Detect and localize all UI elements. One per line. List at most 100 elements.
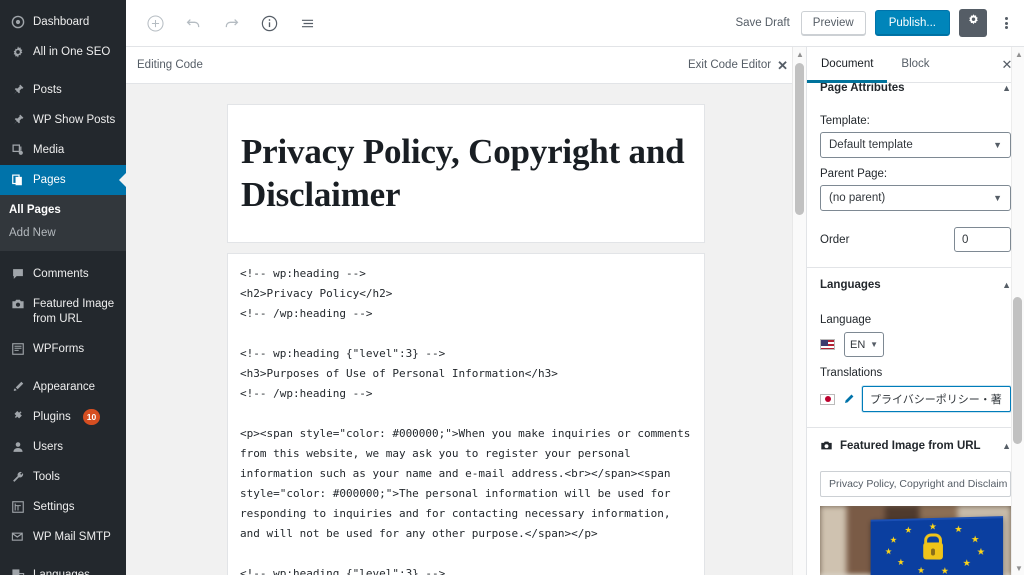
sidebar-item-label: Users [33, 441, 64, 453]
menu-separator [0, 251, 126, 259]
sidebar-item-plugins[interactable]: Plugins 10 [0, 402, 126, 432]
chevron-down-icon: ▼ [993, 192, 1002, 203]
publish-button[interactable]: Publish... [874, 10, 950, 36]
submenu-item-label: Add New [9, 227, 56, 239]
panel-languages: Languages ▲ Language EN ▼ Translations プ… [807, 268, 1024, 428]
panel-title: Page Attributes [820, 83, 905, 94]
scroll-down-arrow[interactable]: ▼ [1012, 561, 1024, 575]
submenu-item-label: All Pages [9, 204, 61, 216]
menu-separator [0, 364, 126, 372]
editor-toolbar: Save Draft Preview Publish... [126, 0, 1024, 47]
sidebar-item-settings[interactable]: Settings [0, 492, 126, 522]
pin-icon [9, 112, 26, 128]
scroll-up-arrow[interactable]: ▲ [793, 47, 806, 61]
dashboard-icon [9, 14, 26, 30]
save-draft-button[interactable]: Save Draft [733, 13, 791, 33]
order-input[interactable]: 0 [954, 227, 1011, 252]
order-row: Order 0 [820, 227, 1011, 252]
redo-button[interactable] [214, 6, 248, 40]
sidebar-item-wp-show-posts[interactable]: WP Show Posts [0, 105, 126, 135]
sidebar-item-users[interactable]: Users [0, 432, 126, 462]
sidebar-item-label: Comments [33, 268, 89, 280]
sidebar-item-label: Settings [33, 501, 75, 513]
media-icon [9, 142, 26, 158]
template-select[interactable]: Default template ▼ [820, 132, 1011, 158]
sidebar-item-wp-mail-smtp[interactable]: WP Mail SMTP [0, 522, 126, 552]
sidebar-scrollbar-thumb[interactable] [1013, 297, 1022, 444]
submenu-item-all-pages[interactable]: All Pages [0, 199, 126, 222]
undo-button[interactable] [176, 6, 210, 40]
tab-block[interactable]: Block [887, 47, 943, 83]
panel-featured-image-body: Privacy Policy, Copyright and Disclaim ★… [807, 463, 1024, 575]
parent-page-select[interactable]: (no parent) ▼ [820, 185, 1011, 211]
sidebar-item-appearance[interactable]: Appearance [0, 372, 126, 402]
featured-image-url-input[interactable]: Privacy Policy, Copyright and Disclaim [820, 471, 1011, 497]
plugins-update-badge: 10 [82, 409, 101, 425]
scroll-up-arrow[interactable]: ▲ [1012, 47, 1024, 61]
admin-sidebar: Dashboard All in One SEO Posts WP Show P… [0, 0, 126, 575]
parent-page-label: Parent Page: [820, 168, 888, 180]
tab-document[interactable]: Document [807, 47, 888, 83]
canvas-scrollbar-thumb[interactable] [795, 63, 804, 215]
sidebar-item-label: Appearance [33, 381, 96, 393]
block-navigation-button[interactable] [290, 6, 324, 40]
settings-gear-button[interactable] [959, 9, 987, 37]
toolbar-left-group [138, 6, 324, 40]
settings-icon [9, 499, 26, 515]
sidebar-item-label: All in One SEO [33, 46, 111, 58]
sidebar-item-all-in-one-seo[interactable]: All in One SEO [0, 37, 126, 67]
language-row: EN ▼ [820, 332, 1011, 357]
featured-image-thumbnail[interactable]: ★ ★ ★ ★ ★ ★ ★ ★ ★ ★ ★ [820, 506, 1011, 575]
panel-page-attributes-body: Template: Default template ▼ Parent Page… [807, 115, 1024, 267]
camera-icon [9, 296, 26, 312]
language-value: EN [850, 338, 866, 351]
sidebar-item-media[interactable]: Media [0, 135, 126, 165]
user-icon [9, 439, 26, 455]
sidebar-item-posts[interactable]: Posts [0, 75, 126, 105]
panel-featured-image-header[interactable]: Featured Image from URL ▲ [807, 428, 1024, 463]
submenu-item-add-new[interactable]: Add New [0, 222, 126, 245]
pin-icon [9, 82, 26, 98]
flag-jp-icon [820, 393, 835, 405]
sidebar-item-dashboard[interactable]: Dashboard [0, 7, 126, 37]
template-value: Default template [829, 139, 913, 151]
language-label: Language [820, 314, 872, 326]
preview-button[interactable]: Preview [800, 11, 866, 35]
edit-pencil-icon[interactable] [842, 393, 855, 406]
editor-body: Editing Code Exit Code Editor ✕ Privacy … [126, 47, 1024, 575]
chevron-up-icon: ▲ [1002, 440, 1011, 451]
panel-languages-header[interactable]: Languages ▲ [807, 268, 1024, 302]
padlock-icon [922, 542, 943, 560]
panel-title: Languages [820, 279, 881, 291]
sidebar-item-pages[interactable]: Pages [0, 165, 126, 195]
sidebar-item-tools[interactable]: Tools [0, 462, 126, 492]
chevron-up-icon: ▲ [1002, 280, 1011, 290]
sidebar-item-label: WP Mail SMTP [33, 531, 111, 543]
tab-label: Block [901, 57, 930, 70]
sidebar-item-languages[interactable]: Languages [0, 560, 126, 575]
code-textarea-sheet: <!-- wp:heading --> <h2>Privacy Policy</… [227, 253, 705, 575]
sidebar-item-label: Dashboard [33, 16, 90, 28]
sidebar-item-featured-image-from-url[interactable]: Featured Image from URL [0, 289, 126, 334]
sidebar-item-label: WP Show Posts [33, 114, 116, 126]
more-options-button[interactable] [996, 9, 1016, 37]
eu-flag-laptop: ★ ★ ★ ★ ★ ★ ★ ★ ★ ★ ★ [870, 516, 1003, 575]
post-title-input[interactable]: Privacy Policy, Copyright and Disclaimer [228, 105, 704, 242]
kebab-icon [1004, 16, 1008, 31]
sidebar-item-comments[interactable]: Comments [0, 259, 126, 289]
sidebar-item-label: Media [33, 144, 65, 156]
translation-input[interactable]: プライバシーポリシー・著 [862, 386, 1011, 412]
panel-featured-image-from-url: Featured Image from URL ▲ Privacy Policy… [807, 428, 1024, 575]
add-block-button[interactable] [138, 6, 172, 40]
chevron-up-icon: ▲ [1002, 83, 1011, 93]
code-textarea[interactable]: <!-- wp:heading --> <h2>Privacy Policy</… [240, 264, 692, 575]
panel-languages-body: Language EN ▼ Translations プライバシーポリシー・著 [807, 302, 1024, 427]
canvas-scrollbar[interactable]: ▲ [792, 47, 806, 575]
exit-code-editor-button[interactable]: Exit Code Editor ✕ [688, 59, 788, 72]
sidebar-scrollbar[interactable]: ▲ ▼ [1011, 47, 1024, 575]
content-info-button[interactable] [252, 6, 286, 40]
post-title-sheet: Privacy Policy, Copyright and Disclaimer [227, 104, 705, 244]
panel-page-attributes-header[interactable]: Page Attributes ▲ [807, 83, 1024, 105]
sidebar-item-wpforms[interactable]: WPForms [0, 334, 126, 364]
language-select[interactable]: EN ▼ [844, 332, 884, 357]
